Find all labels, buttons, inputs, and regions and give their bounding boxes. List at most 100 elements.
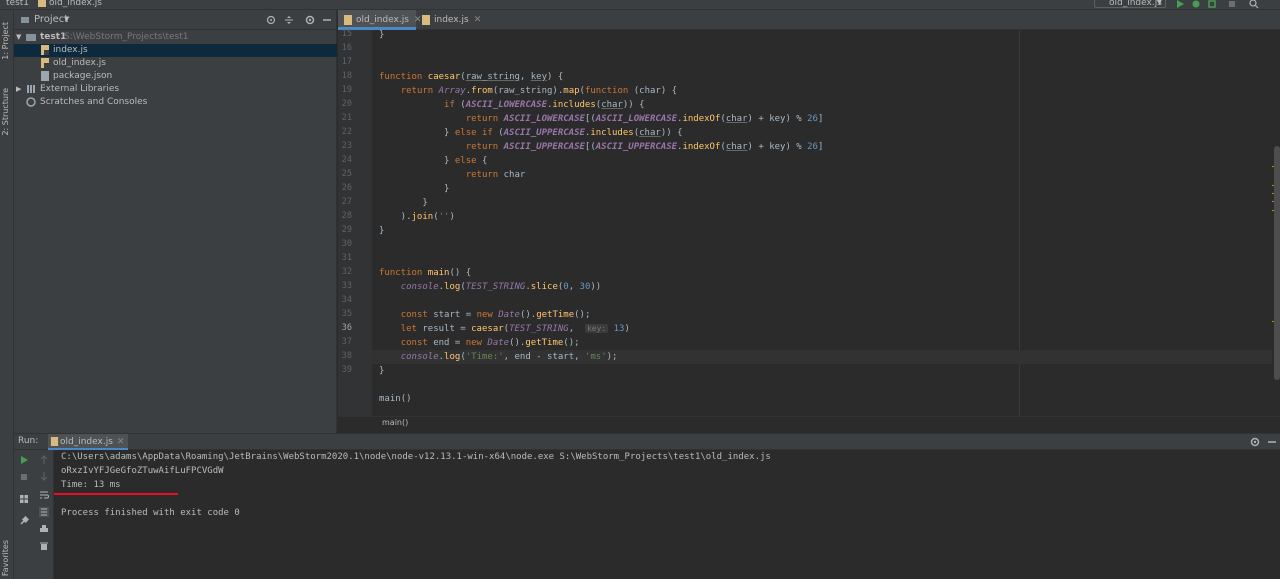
project-panel: Project ▼ ▼ test1 S:\WebStorm_Projects\t… xyxy=(14,10,337,433)
tree-item-scratches[interactable]: Scratches and Consoles xyxy=(14,96,337,109)
editor-breadcrumb: main() xyxy=(338,416,1280,430)
search-icon[interactable] xyxy=(1249,0,1259,9)
breadcrumb-project[interactable]: test1 xyxy=(6,0,29,8)
hide-icon[interactable] xyxy=(1267,437,1277,447)
layout-icon[interactable] xyxy=(19,494,29,504)
tree-item-index-js[interactable]: index.js xyxy=(14,44,337,57)
line-number: 26 xyxy=(341,183,352,193)
tree-item-label: old_index.js xyxy=(53,58,106,68)
expand-arrow-icon[interactable]: ▶ xyxy=(16,83,21,96)
run-icon[interactable] xyxy=(1175,0,1185,9)
js-file-icon xyxy=(38,0,46,7)
tool-tab-structure[interactable]: 2: Structure xyxy=(1,88,10,136)
line-number: 22 xyxy=(341,127,352,137)
tree-item-package-json[interactable]: package.json xyxy=(14,70,337,83)
line-number: 20 xyxy=(341,99,352,109)
code-line: let result = caesar(TEST_STRING, key: 13… xyxy=(400,324,630,334)
run-panel: Run: old_index.js ✕ C:\Users\adams\AppDat… xyxy=(14,433,1280,579)
code-editor[interactable]: } function caesar(raw_string, key) { ret… xyxy=(372,30,1272,416)
line-number: 18 xyxy=(341,71,352,81)
run-tab[interactable]: old_index.js ✕ xyxy=(48,434,129,450)
line-number: 36 xyxy=(341,323,352,333)
tool-tab-project[interactable]: 1: Project xyxy=(1,22,10,60)
line-number: 15 xyxy=(341,29,352,39)
code-line: } xyxy=(379,366,385,376)
line-number: 28 xyxy=(341,211,352,221)
tab-label: old_index.js xyxy=(356,15,409,25)
close-icon[interactable]: ✕ xyxy=(474,15,482,25)
code-line: } xyxy=(379,184,450,194)
pin-icon[interactable] xyxy=(19,516,29,526)
run-tab-label: old_index.js xyxy=(60,437,113,447)
console-output-time: Time: 13 ms xyxy=(61,480,121,490)
line-number: 25 xyxy=(341,169,352,179)
code-line: main() xyxy=(379,394,412,404)
print-icon[interactable] xyxy=(39,524,49,534)
rerun-icon[interactable] xyxy=(19,455,29,465)
code-line: const end = new Date().getTime(); xyxy=(400,338,580,348)
breadcrumb-function[interactable]: main() xyxy=(382,418,408,427)
project-panel-header: Project ▼ xyxy=(14,10,336,30)
chevron-down-icon[interactable]: ▼ xyxy=(64,15,69,23)
code-line: function caesar(raw_string, key) { xyxy=(379,72,564,82)
run-configuration-label: old_index.js xyxy=(1109,0,1162,8)
tree-item-project-root[interactable]: ▼ test1 S:\WebStorm_Projects\test1 xyxy=(14,31,337,44)
console-output-line: oRxzIvYFJGeGfoZTuwAifLuFPCVGdW xyxy=(61,466,224,476)
line-number: 30 xyxy=(341,239,352,249)
breadcrumb-file[interactable]: old_index.js xyxy=(49,0,102,8)
run-toolbar-primary xyxy=(14,450,34,579)
line-number: 23 xyxy=(341,141,352,151)
hide-icon[interactable] xyxy=(322,15,332,25)
tab-index-js[interactable]: index.js ✕ xyxy=(416,10,481,30)
code-line: console.log(TEST_STRING.slice(0, 30)) xyxy=(400,282,602,292)
trash-icon[interactable] xyxy=(39,541,49,551)
library-icon xyxy=(27,85,35,93)
tree-item-external-libraries[interactable]: ▶ External Libraries xyxy=(14,83,337,96)
js-file-icon xyxy=(41,58,49,68)
close-icon[interactable]: ✕ xyxy=(117,437,125,447)
line-number: 32 xyxy=(341,267,352,277)
line-number: 35 xyxy=(341,309,352,319)
editor-tab-bar: old_index.js ✕ index.js ✕ xyxy=(338,10,1280,30)
run-toolbar-secondary xyxy=(34,450,54,579)
run-panel-header: Run: old_index.js ✕ xyxy=(14,434,1280,450)
expand-arrow-icon[interactable]: ▼ xyxy=(16,31,21,44)
console-exit-message: Process finished with exit code 0 xyxy=(61,508,240,518)
soft-wrap-icon[interactable] xyxy=(39,490,49,500)
code-line: } else if (ASCII_UPPERCASE.includes(char… xyxy=(379,128,683,138)
tree-item-old-index-js[interactable]: old_index.js xyxy=(14,57,337,70)
arrow-down-icon[interactable] xyxy=(39,471,49,481)
collapse-all-icon[interactable] xyxy=(284,15,294,25)
locate-icon[interactable] xyxy=(266,15,276,25)
js-file-icon xyxy=(50,437,59,446)
code-line: const start = new Date().getTime(); xyxy=(400,310,591,320)
line-number: 34 xyxy=(341,295,352,305)
stop-icon[interactable] xyxy=(1227,0,1237,9)
chevron-down-icon: ▼ xyxy=(1156,0,1162,6)
run-configuration-selector[interactable]: old_index.js ▼ xyxy=(1094,0,1166,8)
arrow-up-icon[interactable] xyxy=(39,455,49,465)
gear-icon[interactable] xyxy=(305,15,315,25)
stop-icon[interactable] xyxy=(19,472,29,482)
code-line: ).join('') xyxy=(379,212,455,222)
line-number: 27 xyxy=(341,197,352,207)
debug-icon[interactable] xyxy=(1191,0,1201,9)
line-number: 31 xyxy=(341,253,352,263)
vertical-scrollbar[interactable] xyxy=(1274,146,1280,380)
scroll-to-end-icon[interactable] xyxy=(39,507,49,517)
gear-icon[interactable] xyxy=(1250,437,1260,447)
tool-tab-favorites[interactable]: 2: Favorites xyxy=(1,540,10,579)
line-number: 24 xyxy=(341,155,352,165)
coverage-icon[interactable] xyxy=(1207,0,1217,9)
code-line: if (ASCII_LOWERCASE.includes(char)) { xyxy=(444,100,645,110)
tab-old-index-js[interactable]: old_index.js ✕ xyxy=(338,10,421,30)
line-number: 37 xyxy=(341,337,352,347)
tree-item-label: test1 xyxy=(40,32,67,42)
folder-icon xyxy=(21,17,29,23)
json-file-icon xyxy=(41,71,49,81)
tree-item-path: S:\WebStorm_Projects\test1 xyxy=(64,32,189,42)
line-number: 16 xyxy=(341,43,352,53)
navigation-bar: test1 old_index.js old_index.js ▼ xyxy=(0,0,1280,10)
line-number: 39 xyxy=(341,365,352,375)
js-file-icon xyxy=(422,15,430,25)
